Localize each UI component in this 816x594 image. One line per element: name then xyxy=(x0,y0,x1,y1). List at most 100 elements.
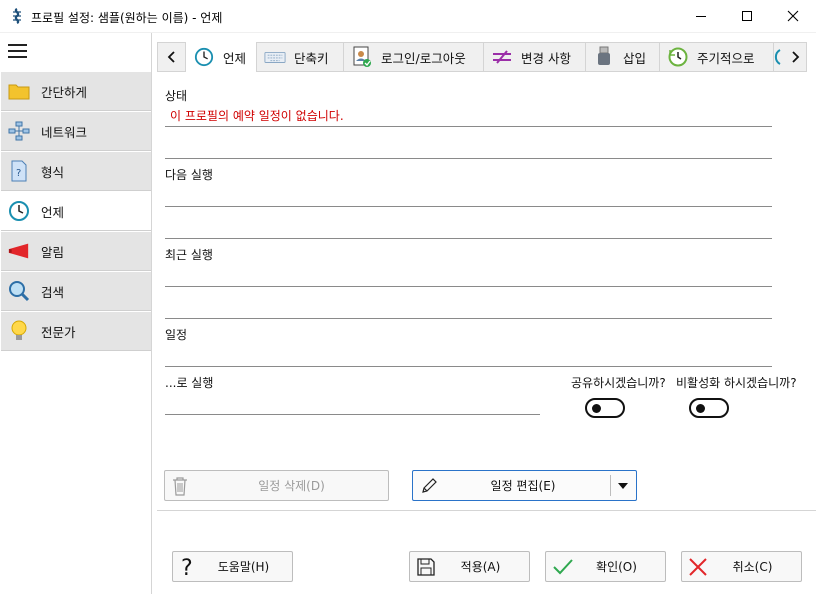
document-question-icon: ? xyxy=(8,160,30,182)
x-mark-icon xyxy=(689,558,707,576)
folder-icon xyxy=(8,80,30,102)
next-run-label: 다음 실행 xyxy=(165,168,213,182)
edit-schedule-label: 일정 편집(E) xyxy=(490,479,556,493)
megaphone-icon xyxy=(8,240,30,262)
sidebar: 간단하게 네트워크 ? 형식 언제 알림 검색 전문가 xyxy=(0,33,152,594)
pencil-icon xyxy=(422,478,437,493)
tab-strip: 언제 단축키 로그인/로그아웃 변경 사항 삽입 주기적으로 xyxy=(157,42,807,72)
usb-icon xyxy=(593,46,615,68)
checkmark-icon xyxy=(553,559,573,575)
sidebar-item-simple[interactable]: 간단하게 xyxy=(1,72,151,111)
tab-changes[interactable]: 변경 사항 xyxy=(484,43,586,71)
apply-button[interactable]: 적용(A) xyxy=(409,551,530,582)
apply-label: 적용(A) xyxy=(460,560,501,574)
title-bar: 프로필 설정: 샘플(원하는 이름) - 언제 xyxy=(0,0,816,33)
app-logo-icon xyxy=(13,8,21,24)
cancel-label: 취소(C) xyxy=(732,560,773,574)
status-value: 이 프로필의 예약 일정이 없습니다. xyxy=(170,109,344,123)
close-button[interactable] xyxy=(770,0,816,32)
last-run-label: 최근 실행 xyxy=(165,248,213,262)
run-as-label: ...로 실행 xyxy=(165,376,214,390)
sidebar-item-label: 형식 xyxy=(41,164,65,180)
magnifier-icon xyxy=(8,280,30,302)
sidebar-item-network[interactable]: 네트워크 xyxy=(1,112,151,151)
save-disk-icon xyxy=(417,558,435,576)
svg-text:?: ? xyxy=(181,556,193,579)
maximize-button[interactable] xyxy=(724,0,770,32)
help-button[interactable]: ? 도움말(H) xyxy=(172,551,293,582)
tab-shortcut[interactable]: 단축키 xyxy=(257,43,344,71)
sidebar-item-label: 알림 xyxy=(41,244,65,260)
disable-label: 비활성화 하시겠습니까? xyxy=(676,376,797,390)
tab-label: 변경 사항 xyxy=(521,50,571,66)
change-icon xyxy=(491,46,513,68)
tab-insert[interactable]: 삽입 xyxy=(586,43,660,71)
share-label: 공유하시겠습니까? xyxy=(571,376,666,390)
last-run-field xyxy=(165,286,772,287)
edit-schedule-button[interactable]: 일정 편집(E) xyxy=(412,470,637,501)
sidebar-item-label: 네트워크 xyxy=(41,124,88,140)
sidebar-item-label: 검색 xyxy=(41,284,65,300)
tab-label: 주기적으로 xyxy=(697,50,755,66)
maximize-icon xyxy=(742,11,752,21)
sidebar-item-label: 전문가 xyxy=(41,324,76,340)
delete-schedule-button[interactable]: 일정 삭제(D) xyxy=(164,470,389,501)
question-mark-icon: ? xyxy=(181,556,193,579)
cycle-clock-icon xyxy=(667,46,689,68)
sidebar-item-notify[interactable]: 알림 xyxy=(1,232,151,271)
sidebar-item-when[interactable]: 언제 xyxy=(1,192,151,231)
toggle-knob xyxy=(696,404,705,413)
hamburger-menu-icon[interactable] xyxy=(8,43,28,59)
tab-label: 단축키 xyxy=(294,50,329,66)
status-underline xyxy=(165,126,772,127)
sidebar-item-format[interactable]: ? 형식 xyxy=(1,152,151,191)
network-icon xyxy=(8,120,30,142)
chevron-left-icon xyxy=(167,51,175,63)
next-run-field-2 xyxy=(165,238,772,239)
disable-toggle[interactable] xyxy=(689,398,729,418)
footer-divider xyxy=(157,510,816,511)
chevron-right-icon xyxy=(792,51,800,63)
tab-label: 삽입 xyxy=(623,50,647,66)
share-toggle[interactable] xyxy=(585,398,625,418)
tab-when[interactable]: 언제 xyxy=(185,42,257,72)
user-badge-icon xyxy=(351,46,373,68)
schedule-label: 일정 xyxy=(165,328,188,342)
split-divider xyxy=(610,475,611,496)
status-label: 상태 xyxy=(165,89,188,103)
tab-scroll-left-button[interactable] xyxy=(161,43,183,71)
partial-tab-icon xyxy=(774,49,781,65)
close-icon xyxy=(787,10,799,22)
minimize-icon xyxy=(696,16,706,17)
clock-icon xyxy=(8,200,30,222)
window-title: 프로필 설정: 샘플(원하는 이름) - 언제 xyxy=(31,11,223,25)
lightbulb-icon xyxy=(8,320,30,342)
sidebar-item-search[interactable]: 검색 xyxy=(1,272,151,311)
sidebar-item-expert[interactable]: 전문가 xyxy=(1,312,151,351)
tab-label: 로그인/로그아웃 xyxy=(381,50,466,66)
minimize-button[interactable] xyxy=(678,0,724,32)
ok-label: 확인(O) xyxy=(596,560,637,574)
ok-button[interactable]: 확인(O) xyxy=(545,551,666,582)
sidebar-item-label: 간단하게 xyxy=(41,84,88,100)
tab-periodic[interactable]: 주기적으로 xyxy=(660,43,774,71)
tab-next-partial[interactable] xyxy=(774,43,784,71)
tab-label: 언제 xyxy=(223,50,247,66)
next-run-field xyxy=(165,206,772,207)
help-label: 도움말(H) xyxy=(217,560,270,574)
last-run-field-2 xyxy=(165,318,772,319)
sidebar-item-label: 언제 xyxy=(41,204,65,220)
tab-login-logout[interactable]: 로그인/로그아웃 xyxy=(344,43,484,71)
trash-icon xyxy=(173,477,187,496)
svg-text:?: ? xyxy=(16,168,21,179)
toggle-knob xyxy=(592,404,601,413)
clock-icon xyxy=(193,46,215,68)
run-as-field xyxy=(165,414,540,415)
cancel-button[interactable]: 취소(C) xyxy=(681,551,802,582)
schedule-field xyxy=(165,366,772,367)
status-field-underline xyxy=(165,158,772,159)
dropdown-arrow-icon[interactable] xyxy=(618,483,628,489)
delete-schedule-label: 일정 삭제(D) xyxy=(258,479,325,493)
tab-scroll-right-button[interactable] xyxy=(784,43,806,71)
keyboard-icon xyxy=(264,46,286,68)
